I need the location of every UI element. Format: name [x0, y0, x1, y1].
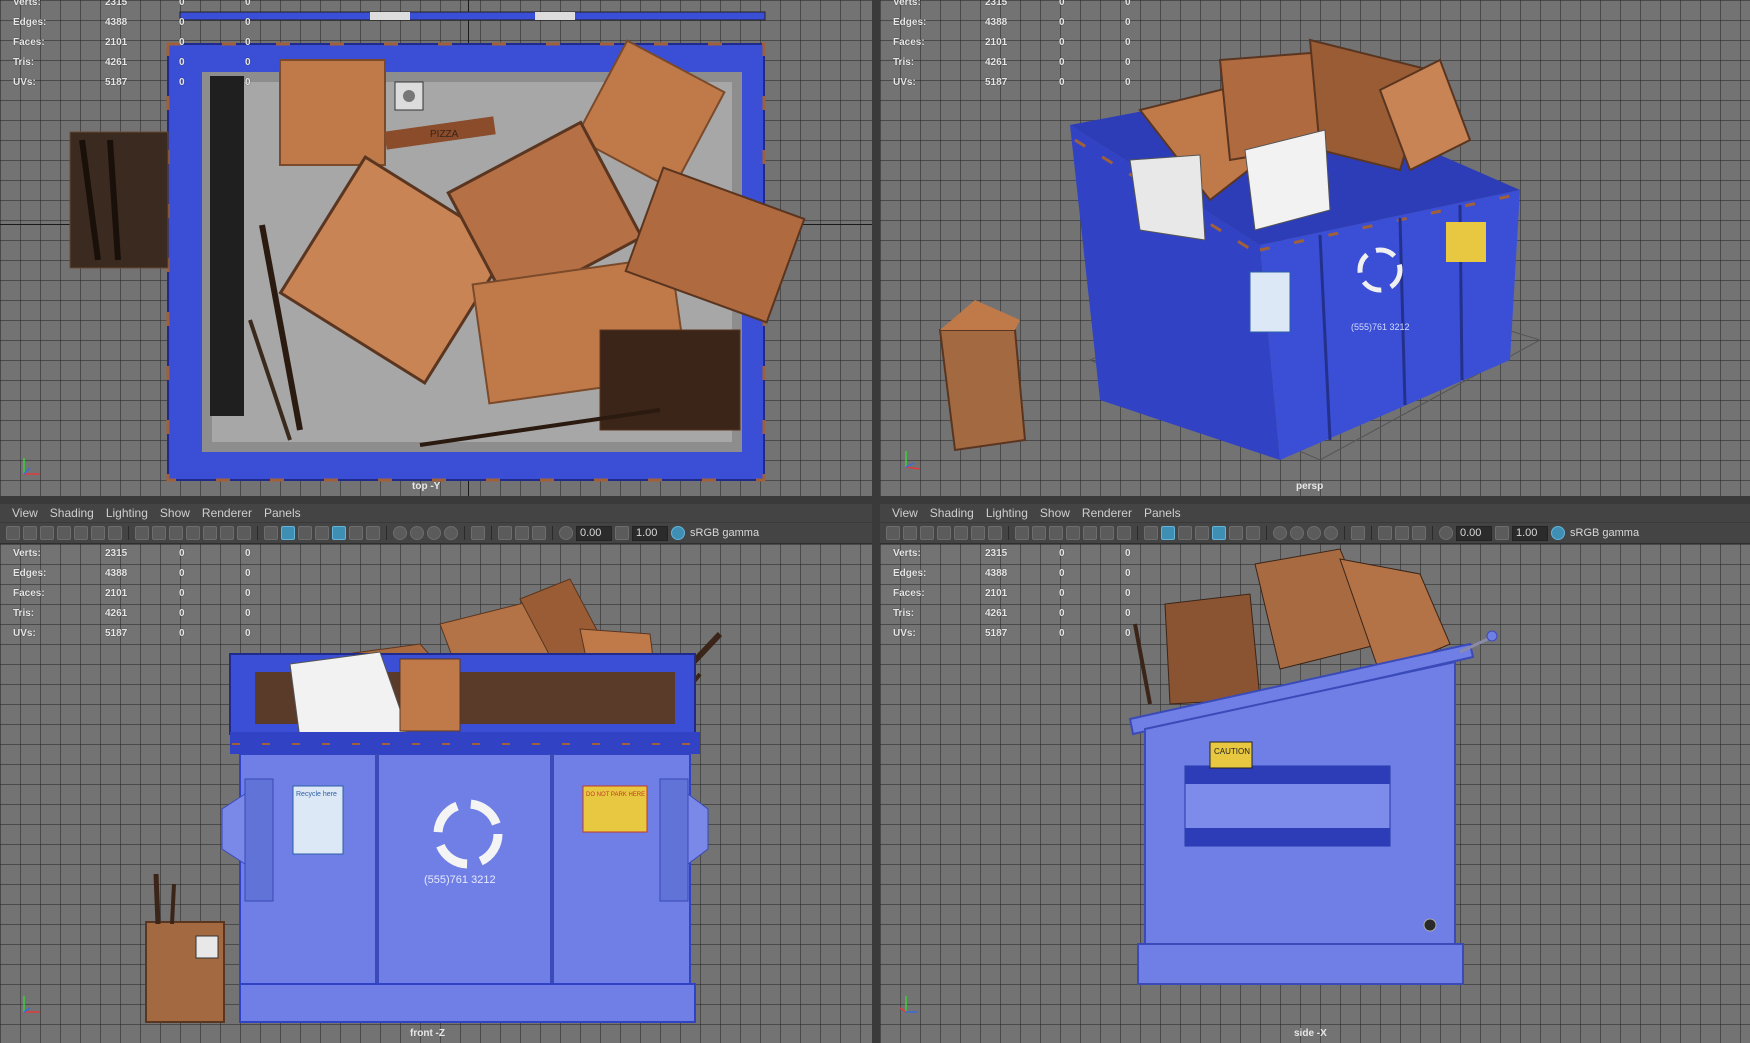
- no-park-text: DO NOT PARK HERE: [586, 792, 645, 798]
- viewport-persp[interactable]: (555)761 3212 Verts: 2315 0 0 Edges: 4388 0 0 …: [880, 0, 1750, 496]
- hud-row-verts: Verts: 2315 0 0: [893, 548, 1131, 559]
- hud-row-faces: Faces: 2101 0 0: [893, 37, 1131, 48]
- viewport-side[interactable]: View Shading Lighting Show Renderer Pane…: [880, 504, 1750, 1043]
- viewport-top[interactable]: PIZZA Verts: 2315 0 0 Edges: 4388 0 0 Faces: 21…: [0, 0, 872, 496]
- hud-row-verts: Verts: 2315 0 0: [893, 0, 1131, 8]
- axis-gizmo-icon: [905, 451, 921, 470]
- poly-count-hud: Verts: 2315 0 0 Edges: 4388 0 0 Faces: 2101 0 0 T…: [893, 544, 1155, 644]
- pizza-box-label: PIZZA: [430, 129, 459, 140]
- phone-number-decal: (555)761 3212: [424, 874, 496, 886]
- recycle-here-text: Recycle here: [296, 791, 337, 798]
- hud-row-edges: Edges: 4388 0 0: [13, 568, 251, 579]
- camera-label: persp: [1296, 481, 1324, 492]
- hud-row-tris: Tris: 4261 0 0: [893, 608, 1131, 619]
- hud-row-tris: Tris: 4261 0 0: [893, 57, 1131, 68]
- camera-label: top -Y: [412, 481, 441, 492]
- hud-row-verts: Verts: 2315 0 0: [13, 548, 251, 559]
- camera-label: front -Z: [410, 1028, 445, 1039]
- axis-gizmo-icon: [899, 996, 918, 1013]
- recycle-here-decal: [1249, 271, 1291, 333]
- no-park-decal: [1446, 222, 1486, 262]
- poly-count-hud: Verts: 2315 0 0 Edges: 4388 0 0 Faces: 2101 0 0 T…: [13, 0, 275, 93]
- hud-row-faces: Faces: 2101 0 0: [13, 588, 251, 599]
- hud-row-edges: Edges: 4388 0 0: [893, 568, 1131, 579]
- hud-row-edges: Edges: 4388 0 0: [893, 17, 1131, 28]
- hud-row-faces: Faces: 2101 0 0: [893, 588, 1131, 599]
- hud-row-uvs: UVs: 5187 0 0: [13, 77, 251, 88]
- poly-count-hud: Verts: 2315 0 0 Edges: 4388 0 0 Faces: 2101 0 0 T…: [13, 544, 275, 644]
- viewport-splitter-horizontal[interactable]: [0, 496, 1750, 504]
- axis-gizmo-icon: [23, 458, 40, 475]
- caution-text: CAUTION: [1214, 747, 1250, 756]
- hud-row-faces: Faces: 2101 0 0: [13, 37, 251, 48]
- hud-row-edges: Edges: 4388 0 0: [13, 17, 251, 28]
- hud-row-tris: Tris: 4261 0 0: [13, 57, 251, 68]
- phone-number-decal: (555)761 3212: [1351, 322, 1410, 332]
- hud-row-tris: Tris: 4261 0 0: [13, 608, 251, 619]
- viewport-splitter-vertical[interactable]: [872, 0, 880, 1043]
- hud-row-uvs: UVs: 5187 0 0: [893, 77, 1131, 88]
- hud-row-uvs: UVs: 5187 0 0: [13, 628, 251, 639]
- poly-count-hud: Verts: 2315 0 0 Edges: 4388 0 0 Faces: 2101 0 0 T…: [893, 0, 1155, 93]
- hud-row-verts: Verts: 2315 0 0: [13, 0, 251, 8]
- axis-gizmo-icon: [23, 996, 40, 1013]
- viewport-front[interactable]: View Shading Lighting Show Renderer Pane…: [0, 504, 872, 1043]
- camera-label: side -X: [1294, 1028, 1327, 1039]
- hud-row-uvs: UVs: 5187 0 0: [893, 628, 1131, 639]
- maya-four-view-layout: PIZZA Verts: 2315 0 0 Edges: 4388 0 0 Faces: 21…: [0, 0, 1750, 1043]
